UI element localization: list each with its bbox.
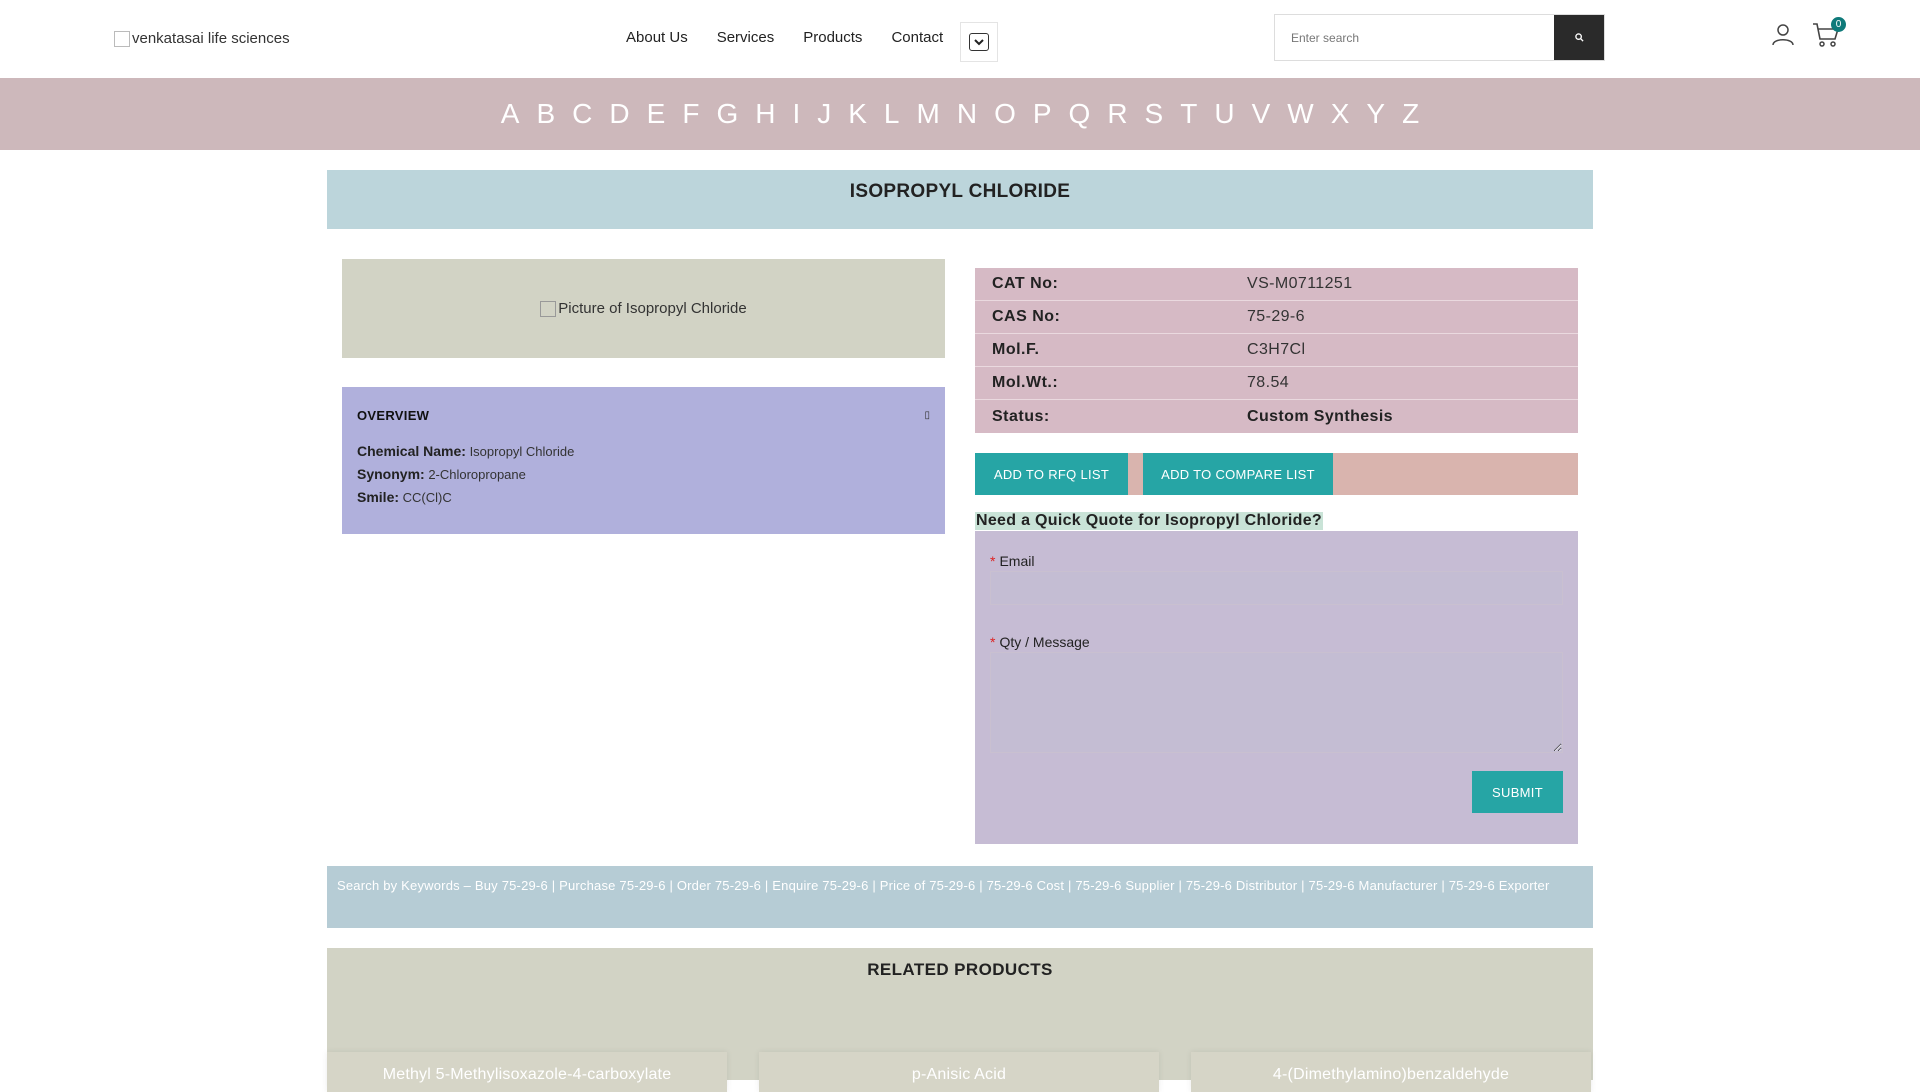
broken-image-icon <box>540 300 557 317</box>
spec-row-cas: CAS No: 75-29-6 <box>975 301 1578 334</box>
product-image-alt: Picture of Isopropyl Chloride <box>558 300 747 317</box>
search-bar <box>1274 14 1605 61</box>
alphabet-link-o[interactable]: O <box>986 98 1025 130</box>
quote-form: * Email * Qty / Message SUBMIT <box>975 531 1578 844</box>
main-nav: About Us Services Products Contact <box>626 29 943 46</box>
quote-title: Need a Quick Quote for Isopropyl Chlorid… <box>975 512 1323 530</box>
alphabet-link-f[interactable]: F <box>674 98 708 130</box>
smile-label: Smile: <box>357 489 400 505</box>
nav-dropdown-button[interactable] <box>960 22 998 62</box>
alphabet-link-e[interactable]: E <box>638 98 674 130</box>
alphabet-link-a[interactable]: A <box>492 98 528 130</box>
submit-button[interactable]: SUBMIT <box>1472 771 1563 813</box>
status-label: Status: <box>992 407 1050 425</box>
email-label: * Email <box>990 553 1563 569</box>
user-icon[interactable] <box>1771 22 1795 46</box>
nav-about-us[interactable]: About Us <box>626 29 688 46</box>
molwt-value: 78.54 <box>1247 374 1290 391</box>
alphabet-link-u[interactable]: U <box>1206 98 1243 130</box>
cat-value: VS-M0711251 <box>1247 275 1353 292</box>
email-label-text: Email <box>999 553 1035 569</box>
product-title-box: ISOPROPYL CHLORIDE <box>327 170 1593 229</box>
chemical-name-row: Chemical Name: Isopropyl Chloride <box>357 443 930 459</box>
alphabet-filter-bar: ABCDEFGHIJKLMNOPQRSTUVWXYZ <box>0 78 1920 150</box>
alphabet-link-m[interactable]: M <box>908 98 948 130</box>
search-button[interactable] <box>1554 15 1604 60</box>
search-icon <box>1574 33 1584 42</box>
overview-title: OVERVIEW <box>357 407 430 423</box>
overview-panel: OVERVIEW ▯ Chemical Name: Isopropyl Chlo… <box>342 387 945 534</box>
spec-row-molwt: Mol.Wt.: 78.54 <box>975 367 1578 400</box>
action-bar: ADD TO RFQ LIST ADD TO COMPARE LIST <box>975 453 1578 495</box>
chemical-name-label: Chemical Name: <box>357 443 466 459</box>
alphabet-link-l[interactable]: L <box>875 98 908 130</box>
spec-table: CAT No: VS-M0711251 CAS No: 75-29-6 Mol.… <box>975 268 1578 433</box>
chevron-down-icon <box>969 33 989 51</box>
alphabet-link-v[interactable]: V <box>1243 98 1279 130</box>
cat-label: CAT No: <box>992 275 1059 292</box>
spec-row-cat: CAT No: VS-M0711251 <box>975 268 1578 301</box>
smile-row: Smile: CC(Cl)C <box>357 489 930 505</box>
site-header: venkatasai life sciences About Us Servic… <box>0 0 1920 78</box>
keywords-box: Search by Keywords – Buy 75-29-6 | Purch… <box>327 866 1593 928</box>
site-logo[interactable]: venkatasai life sciences <box>114 30 290 47</box>
synonym-label: Synonym: <box>357 466 425 482</box>
required-marker: * <box>990 634 996 650</box>
email-field[interactable] <box>990 571 1563 605</box>
alphabet-link-h[interactable]: H <box>747 98 784 130</box>
collapse-icon[interactable]: ▯ <box>924 410 930 421</box>
related-products-heading: RELATED PRODUCTS <box>867 960 1053 979</box>
add-to-rfq-button[interactable]: ADD TO RFQ LIST <box>975 453 1128 495</box>
status-value: Custom Synthesis <box>1247 407 1393 425</box>
alphabet-link-r[interactable]: R <box>1099 98 1136 130</box>
smile-value: CC(Cl)C <box>402 490 452 505</box>
alphabet-link-i[interactable]: I <box>784 98 809 130</box>
alphabet-link-c[interactable]: C <box>564 98 601 130</box>
broken-image-icon <box>114 30 130 47</box>
alphabet-link-d[interactable]: D <box>601 98 638 130</box>
message-label: * Qty / Message <box>990 634 1563 650</box>
logo-alt-text: venkatasai life sciences <box>132 30 290 47</box>
alphabet-link-n[interactable]: N <box>948 98 985 130</box>
related-products: RELATED PRODUCTS Methyl 5-Methylisoxazol… <box>327 948 1593 1092</box>
nav-services[interactable]: Services <box>717 29 775 46</box>
cart-count-badge: 0 <box>1831 17 1846 32</box>
spec-row-status: Status: Custom Synthesis <box>975 400 1578 433</box>
required-marker: * <box>990 553 996 569</box>
alphabet-link-x[interactable]: X <box>1322 98 1358 130</box>
product-image: Picture of Isopropyl Chloride <box>342 259 945 358</box>
message-field[interactable] <box>990 652 1563 753</box>
cas-label: CAS No: <box>992 308 1061 325</box>
alphabet-link-q[interactable]: Q <box>1060 98 1099 130</box>
add-to-compare-button[interactable]: ADD TO COMPARE LIST <box>1143 453 1333 495</box>
alphabet-link-k[interactable]: K <box>840 98 876 130</box>
alphabet-link-w[interactable]: W <box>1279 98 1322 130</box>
alphabet-link-y[interactable]: Y <box>1358 98 1394 130</box>
spec-row-molf: Mol.F. C3H7Cl <box>975 334 1578 367</box>
nav-contact[interactable]: Contact <box>891 29 943 46</box>
overview-header[interactable]: OVERVIEW ▯ <box>357 387 930 443</box>
alphabet-link-t[interactable]: T <box>1172 98 1206 130</box>
molf-value: C3H7Cl <box>1247 341 1306 358</box>
molwt-label: Mol.Wt.: <box>992 374 1059 391</box>
related-product-card[interactable]: Methyl 5-Methylisoxazole-4-carboxylate <box>327 1052 727 1092</box>
message-label-text: Qty / Message <box>999 634 1090 650</box>
nav-products[interactable]: Products <box>803 29 862 46</box>
cas-value: 75-29-6 <box>1247 308 1305 325</box>
alphabet-link-z[interactable]: Z <box>1394 98 1428 130</box>
alphabet-link-j[interactable]: J <box>809 98 840 130</box>
chemical-name-value: Isopropyl Chloride <box>469 444 575 459</box>
alphabet-link-b[interactable]: B <box>528 98 564 130</box>
synonym-row: Synonym: 2-Chloropropane <box>357 466 930 482</box>
alphabet-link-g[interactable]: G <box>708 98 747 130</box>
related-product-card[interactable]: p-Anisic Acid <box>759 1052 1159 1092</box>
related-product-card[interactable]: 4-(Dimethylamino)benzaldehyde <box>1191 1052 1591 1092</box>
search-input[interactable] <box>1275 15 1554 60</box>
alphabet-link-p[interactable]: P <box>1024 98 1060 130</box>
synonym-value: 2-Chloropropane <box>428 467 526 482</box>
molf-label: Mol.F. <box>992 341 1040 358</box>
alphabet-link-s[interactable]: S <box>1136 98 1172 130</box>
page-title: ISOPROPYL CHLORIDE <box>849 181 1071 202</box>
